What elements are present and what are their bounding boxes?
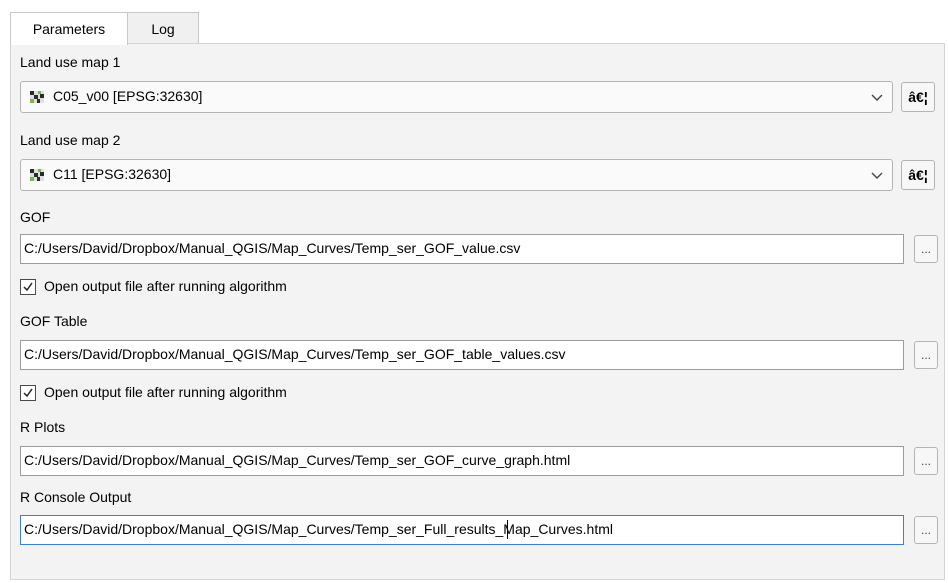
gof-table-open-output-label: Open output file after running algorithm [44,384,287,400]
land-use-map-1-label: Land use map 1 [20,54,121,70]
land-use-map-1-options-label: â€¦ [908,89,928,105]
gof-table-open-output-checkbox[interactable] [20,385,36,401]
land-use-map-1-value: C05_v00 [EPSG:32630] [53,88,203,104]
r-console-output-browse-label: ... [920,523,931,537]
r-console-output-label: R Console Output [20,489,132,505]
checkmark-icon [23,388,33,398]
land-use-map-2-value: C11 [EPSG:32630] [53,166,172,182]
tab-parameters-label: Parameters [32,21,106,37]
chevron-down-icon[interactable] [870,90,884,104]
land-use-map-2-options-button[interactable]: â€¦ [901,160,935,190]
r-plots-browse-label: ... [920,454,931,468]
gof-table-browse-button[interactable]: ... [914,341,938,369]
gof-output-field[interactable]: C:/Users/David/Dropbox/Manual_QGIS/Map_C… [20,234,904,264]
r-plots-label: R Plots [20,419,66,435]
land-use-map-2-options-label: â€¦ [908,167,928,183]
gof-table-output-field[interactable]: C:/Users/David/Dropbox/Manual_QGIS/Map_C… [20,340,904,370]
gof-label: GOF [20,209,51,225]
tab-log[interactable]: Log [127,12,199,44]
parameters-panel [10,43,945,580]
gof-table-browse-label: ... [920,348,931,362]
r-console-output-browse-button[interactable]: ... [914,516,938,544]
r-plots-browse-button[interactable]: ... [914,447,938,475]
text-cursor [507,520,508,539]
gof-open-output-label: Open output file after running algorithm [44,278,287,294]
r-plots-output-field[interactable]: C:/Users/David/Dropbox/Manual_QGIS/Map_C… [20,446,904,476]
checkmark-icon [23,282,33,292]
land-use-map-1-options-button[interactable]: â€¦ [901,82,935,112]
gof-table-label: GOF Table [20,313,88,329]
raster-layer-icon [30,91,44,103]
raster-layer-icon [30,169,44,181]
gof-browse-button[interactable]: ... [914,235,938,263]
gof-open-output-checkbox[interactable] [20,279,36,295]
r-console-output-field[interactable]: C:/Users/David/Dropbox/Manual_QGIS/Map_C… [20,515,904,545]
gof-browse-label: ... [920,242,931,256]
land-use-map-1-select[interactable]: C05_v00 [EPSG:32630] [20,81,893,113]
land-use-map-2-select[interactable]: C11 [EPSG:32630] [20,159,893,191]
chevron-down-icon[interactable] [870,168,884,182]
land-use-map-2-label: Land use map 2 [20,132,121,148]
r-plots-output-value: C:/Users/David/Dropbox/Manual_QGIS/Map_C… [24,452,571,468]
gof-output-value: C:/Users/David/Dropbox/Manual_QGIS/Map_C… [24,240,521,256]
tab-parameters[interactable]: Parameters [10,12,128,45]
tab-log-label: Log [151,20,175,37]
r-console-output-value: C:/Users/David/Dropbox/Manual_QGIS/Map_C… [24,521,614,537]
gof-table-output-value: C:/Users/David/Dropbox/Manual_QGIS/Map_C… [24,346,566,362]
